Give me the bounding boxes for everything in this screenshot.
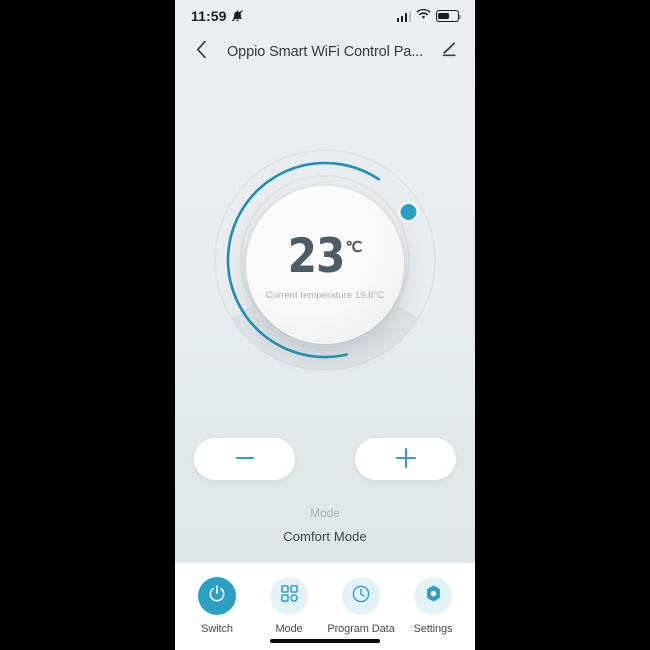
bottom-navigation-bar: Switch Mode Program Data Settings xyxy=(175,563,475,650)
increase-temperature-button[interactable] xyxy=(355,438,456,480)
cellular-signal-icon xyxy=(396,10,411,22)
nav-icon-bg-program-data xyxy=(342,577,380,615)
home-indicator-bar[interactable] xyxy=(270,639,380,643)
clock-icon xyxy=(351,584,371,609)
power-icon xyxy=(207,584,227,609)
nav-item-mode[interactable]: Mode xyxy=(257,577,321,635)
mode-label: Mode xyxy=(310,508,340,520)
chevron-left-icon xyxy=(196,40,207,64)
minus-icon xyxy=(234,447,256,472)
status-bar-left: 11:59 xyxy=(191,8,244,24)
nav-item-program-data[interactable]: Program Data xyxy=(327,577,395,635)
status-bar: 11:59 xyxy=(175,0,475,32)
navigation-bar: Oppio Smart WiFi Control Pa... xyxy=(175,32,475,72)
status-bar-clock: 11:59 xyxy=(191,8,227,24)
temperature-dial[interactable]: 23 ℃ Current temperature 19.6°C xyxy=(175,130,475,375)
back-button[interactable] xyxy=(189,40,213,64)
bell-muted-icon xyxy=(231,9,244,23)
phone-screen: 11:59 Oppio Smart WiFi Control Pa... 23 … xyxy=(175,0,475,650)
temperature-stepper xyxy=(175,438,475,480)
target-temperature-value: 23 xyxy=(287,228,346,284)
nav-item-settings[interactable]: Settings xyxy=(401,577,465,635)
nav-label-mode: Mode xyxy=(275,623,303,635)
current-temperature-label: Current temperature 19.6°C xyxy=(265,290,385,302)
nav-label-switch: Switch xyxy=(201,623,233,635)
status-bar-right xyxy=(396,7,462,25)
temperature-unit: ℃ xyxy=(345,238,363,256)
plus-icon xyxy=(394,446,418,473)
mode-value[interactable]: Comfort Mode xyxy=(175,529,475,544)
edit-button[interactable] xyxy=(437,40,461,64)
nav-label-program-data: Program Data xyxy=(327,623,395,635)
page-title: Oppio Smart WiFi Control Pa... xyxy=(226,44,424,60)
battery-icon xyxy=(436,10,462,22)
nav-icon-bg-settings xyxy=(414,577,452,615)
mode-section: Mode Comfort Mode xyxy=(175,508,475,544)
nav-label-settings: Settings xyxy=(413,623,453,635)
pencil-edit-icon xyxy=(441,41,458,63)
grid-icon xyxy=(280,584,299,608)
nav-icon-bg-mode xyxy=(270,577,308,615)
dial-knob[interactable] xyxy=(398,202,419,222)
dial-center-readout: 23 ℃ Current temperature 19.6°C xyxy=(246,186,404,344)
decrease-temperature-button[interactable] xyxy=(194,438,295,480)
nav-icon-bg-switch xyxy=(198,577,236,615)
hexagon-gear-icon xyxy=(424,584,443,608)
nav-item-switch[interactable]: Switch xyxy=(185,577,249,635)
wifi-icon xyxy=(416,7,431,25)
target-temperature-row: 23 ℃ xyxy=(287,228,363,284)
